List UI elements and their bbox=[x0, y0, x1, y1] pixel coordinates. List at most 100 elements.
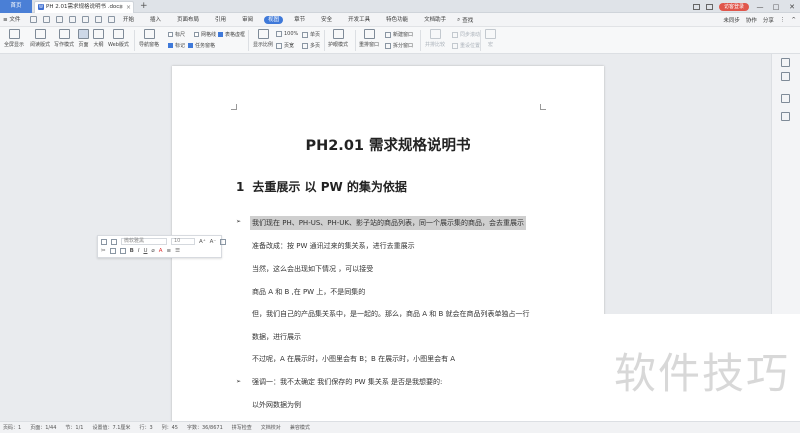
page-width-icon bbox=[276, 42, 282, 49]
login-button[interactable]: 访客登录 bbox=[718, 2, 749, 11]
export-icon[interactable] bbox=[43, 16, 50, 23]
status-page[interactable]: 页码：1 bbox=[3, 424, 21, 431]
menu-file[interactable]: ≡ 文件 bbox=[3, 13, 20, 27]
close-window-button[interactable]: ✕ bbox=[787, 3, 797, 11]
undo-icon[interactable] bbox=[82, 16, 89, 23]
more-options-icon[interactable]: ⋮ bbox=[780, 17, 786, 23]
cut-icon[interactable]: ✂ bbox=[101, 248, 106, 254]
menu-chapter[interactable]: 章节 bbox=[289, 13, 310, 27]
spell-check-button[interactable]: 拼写检查 bbox=[232, 424, 252, 431]
list-icon[interactable]: ☰ bbox=[175, 248, 180, 254]
status-word-count[interactable]: 字数：36/8671 bbox=[187, 424, 223, 431]
navigation-pane-icon bbox=[143, 29, 155, 39]
reading-mode-button[interactable]: 阅读版式 bbox=[30, 29, 50, 48]
side-by-side-button[interactable]: 并排比较 bbox=[425, 29, 445, 48]
outline-button[interactable]: 大纲 bbox=[93, 29, 104, 48]
page-width-label: 页宽 bbox=[284, 43, 295, 49]
shrink-font-icon[interactable]: A⁻ bbox=[210, 239, 217, 245]
redo-icon[interactable] bbox=[95, 16, 102, 23]
navigation-pane-button[interactable]: 导航窗格 bbox=[139, 29, 159, 48]
single-page-button[interactable]: 单页 bbox=[302, 31, 320, 38]
reset-position-button[interactable]: 重设位置 bbox=[452, 42, 480, 49]
menu-developer[interactable]: 开发工具 bbox=[343, 13, 375, 27]
menu-security[interactable]: 安全 bbox=[316, 13, 337, 27]
doc-proofread-button[interactable]: 文档校对 bbox=[261, 424, 281, 431]
highlight-icon[interactable]: ⌀ bbox=[151, 248, 154, 254]
search-button[interactable]: ⌕ 查找 bbox=[457, 16, 473, 25]
cursor-icon[interactable] bbox=[781, 94, 790, 103]
style-icon[interactable] bbox=[220, 238, 227, 245]
bold-icon[interactable]: B bbox=[130, 248, 134, 254]
menu-review[interactable]: 审阅 bbox=[237, 13, 258, 27]
status-pages[interactable]: 页面：1/44 bbox=[30, 424, 56, 431]
copy-icon[interactable] bbox=[109, 248, 116, 254]
collapse-ribbon-icon[interactable]: ^ bbox=[791, 17, 796, 23]
tab-document-label: PH 2.01需求规格说明书 .docx bbox=[46, 4, 123, 10]
preview-icon[interactable] bbox=[69, 16, 76, 23]
menu-features[interactable]: 特色功能 bbox=[381, 13, 413, 27]
page-width-button[interactable]: 页宽 bbox=[276, 42, 294, 49]
window-layout-icon[interactable] bbox=[692, 3, 700, 10]
print-icon[interactable] bbox=[56, 16, 63, 23]
ruler-checkbox[interactable]: 标尺 bbox=[168, 31, 185, 38]
paste-icon[interactable] bbox=[101, 238, 107, 245]
style-pane-icon[interactable] bbox=[781, 112, 790, 121]
fullscreen-button[interactable]: 全屏显示 bbox=[4, 29, 24, 48]
grow-font-icon[interactable]: A⁺ bbox=[199, 239, 206, 245]
table-frame-checkbox[interactable]: 表格虚框 bbox=[218, 31, 245, 38]
menu-start[interactable]: 开始 bbox=[118, 13, 139, 27]
menu-insert[interactable]: 插入 bbox=[145, 13, 166, 27]
font-size-select[interactable]: 10 bbox=[171, 238, 195, 245]
sync-scroll-button[interactable]: 同步滚动 bbox=[452, 31, 480, 38]
font-select[interactable]: 微软雅黑 bbox=[121, 238, 167, 245]
save-icon[interactable] bbox=[30, 16, 37, 23]
tab-home[interactable]: 首页 bbox=[0, 0, 32, 13]
task-pane-checkbox[interactable]: 任务窗格 bbox=[188, 42, 215, 49]
edit-icon[interactable] bbox=[781, 58, 790, 67]
status-row: 行：3 bbox=[139, 425, 153, 431]
web-layout-button[interactable]: Web版式 bbox=[108, 29, 129, 48]
align-icon[interactable]: ≡ bbox=[167, 248, 172, 254]
menu-layout[interactable]: 页面布局 bbox=[172, 13, 204, 27]
multi-page-button[interactable]: 多页 bbox=[302, 42, 320, 49]
writing-mode-button[interactable]: 写作模式 bbox=[54, 29, 74, 48]
zoom-100-button[interactable]: 100% bbox=[276, 31, 298, 37]
status-position[interactable]: 设置值：7.1厘米 bbox=[92, 424, 130, 431]
markup-checkbox[interactable]: 标记 bbox=[168, 42, 185, 49]
menu-view[interactable]: 视图 bbox=[264, 16, 284, 24]
macro-button[interactable]: 宏 bbox=[485, 29, 496, 48]
collab-button[interactable]: 协作 bbox=[746, 16, 757, 24]
font-color-icon[interactable]: A bbox=[159, 248, 163, 254]
sync-scroll-icon bbox=[452, 31, 458, 38]
menu-references[interactable]: 引用 bbox=[210, 13, 231, 27]
underline-icon[interactable]: U bbox=[143, 248, 147, 254]
skin-icon[interactable] bbox=[705, 3, 713, 10]
document-page[interactable]: PH2.01 需求规格说明书 1 去重展示 以 PW 的集为依据 ➢ 我们现在 P… bbox=[172, 66, 604, 421]
eye-care-button[interactable]: 护眼模式 bbox=[328, 29, 348, 48]
paragraph-line: 但，我们自己的产品集关系中，是一起的。那么，商品 A 和 B 就会在商品列表单独… bbox=[252, 310, 530, 318]
gridlines-checkbox[interactable]: 网格线 bbox=[194, 31, 216, 38]
split-window-button[interactable]: 拆分窗口 bbox=[385, 42, 413, 49]
arrange-windows-button[interactable]: 重排窗口 bbox=[359, 29, 379, 48]
more-icon[interactable] bbox=[108, 16, 115, 23]
page-view-button[interactable]: 页面 bbox=[78, 29, 89, 48]
close-tab-icon[interactable]: × bbox=[126, 2, 131, 13]
share-button[interactable]: 分享 bbox=[763, 16, 774, 24]
status-section[interactable]: 节：1/1 bbox=[65, 424, 83, 431]
paragraph-line: 数据，进行展示 bbox=[252, 333, 301, 341]
tab-document[interactable]: W PH 2.01需求规格说明书 .docx ○ × bbox=[34, 1, 134, 13]
pin-icon[interactable] bbox=[781, 72, 790, 81]
menu-doc-assistant[interactable]: 文档助手 bbox=[419, 13, 451, 27]
zoom-ratio-button[interactable]: 显示比例 bbox=[253, 29, 273, 48]
italic-icon[interactable]: I bbox=[138, 248, 140, 254]
sync-scroll-label: 同步滚动 bbox=[460, 32, 481, 38]
minimize-button[interactable]: — bbox=[755, 3, 765, 11]
markup-check-icon bbox=[168, 43, 173, 48]
gridlines-check-icon bbox=[194, 32, 199, 37]
sync-status[interactable]: 未同步 bbox=[723, 16, 740, 24]
clear-format-icon[interactable] bbox=[119, 248, 126, 254]
maximize-button[interactable]: □ bbox=[771, 3, 781, 11]
format-painter-icon[interactable] bbox=[111, 238, 117, 245]
new-window-button[interactable]: 新建窗口 bbox=[385, 31, 413, 38]
new-tab-button[interactable]: + bbox=[140, 0, 148, 13]
